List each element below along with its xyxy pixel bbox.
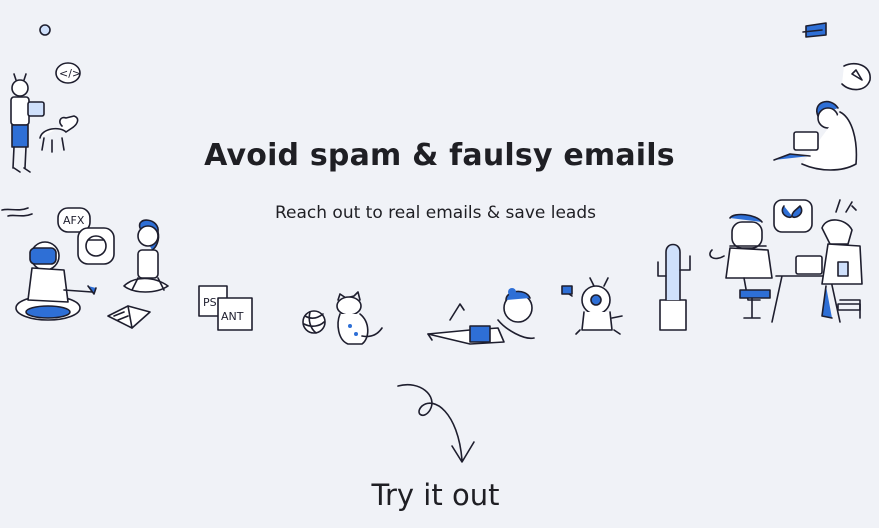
girl-lying-illustration (427, 288, 535, 345)
box-ps-label: PS (203, 296, 217, 309)
hero-subtitle: Reach out to real emails & save leads (274, 203, 597, 223)
box-ant-label: ANT (221, 310, 244, 323)
book-illustration (107, 305, 151, 329)
alien-robot-illustration (561, 277, 623, 335)
hero-title: Avoid spam & faulsy emails (204, 138, 675, 173)
curly-arrow-icon (397, 383, 475, 463)
vr-kid-illustration: AFX (15, 207, 115, 321)
decor-circle (39, 24, 51, 36)
decor-tag-icon (802, 22, 827, 38)
try-it-out-link[interactable]: Try it out (0, 478, 871, 512)
software-boxes-illustration: PS ANT (198, 285, 253, 331)
cactus-plant-illustration (657, 243, 691, 331)
yarn-ball-icon (302, 310, 326, 334)
code-bubble-text: </> (59, 67, 81, 80)
hero-illustration: </> AFX PS ANT (1, 22, 871, 463)
cat-illustration (336, 291, 383, 345)
girl-sitting-illustration (123, 219, 169, 293)
